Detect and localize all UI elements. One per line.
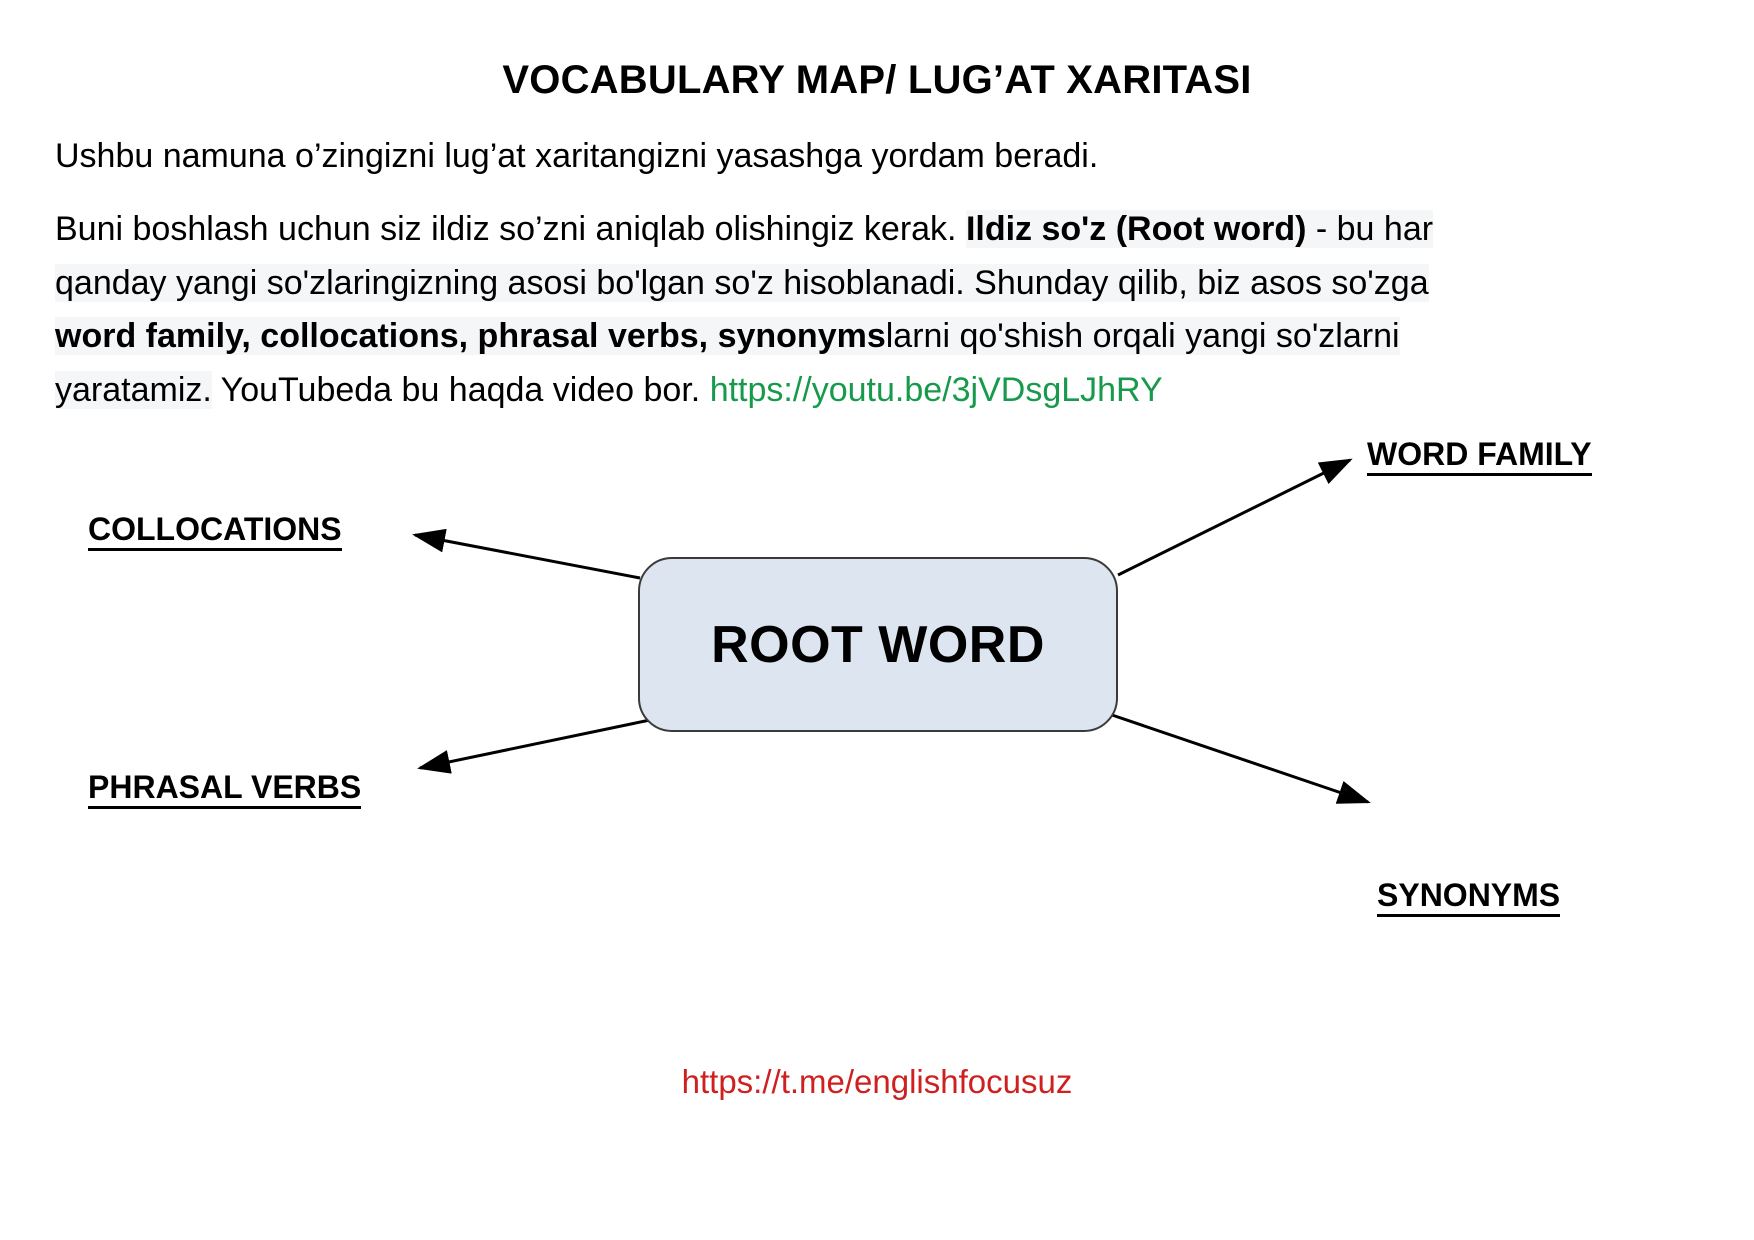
youtube-link[interactable]: https://youtu.be/3jVDsgLJhRY (710, 371, 1163, 409)
description-paragraph: Buni boshlash uchun siz ildiz so’zni ani… (55, 203, 1490, 418)
intro-paragraph: Ushbu namuna o’zingizni lug’at xaritangi… (55, 137, 1099, 175)
root-word-node-label: ROOT WORD (711, 615, 1045, 674)
paragraph-segment-4: YouTubeda bu haqda video bor. (211, 371, 710, 410)
branch-label-collocations[interactable]: COLLOCATIONS (88, 511, 342, 552)
connector-synonyms (1111, 713, 1371, 804)
vocabulary-map-diagram: ROOT WORD WORD FAMILY COLLOCATIONS PHRAS… (0, 430, 1754, 930)
root-word-term: Ildiz so'z (Root word) (965, 210, 1307, 248)
paragraph-segment-1: Buni boshlash uchun siz ildiz so’zni ani… (55, 210, 966, 248)
branch-label-phrasal-verbs[interactable]: PHRASAL VERBS (88, 769, 362, 810)
telegram-link[interactable]: https://t.me/englishfocusuz (0, 1063, 1754, 1101)
branch-label-synonyms[interactable]: SYNONYMS (1377, 877, 1561, 918)
branch-label-word-family[interactable]: WORD FAMILY (1367, 436, 1592, 477)
connector-collocations (412, 528, 641, 580)
vocabulary-categories-terms: word family, collocations, phrasal verbs… (55, 317, 886, 356)
page-title: VOCABULARY MAP/ LUG’AT XARITASI (502, 58, 1252, 102)
connector-phrasal-verbs (417, 718, 651, 774)
connector-word-family (1117, 458, 1353, 577)
root-word-node[interactable]: ROOT WORD (638, 557, 1118, 732)
